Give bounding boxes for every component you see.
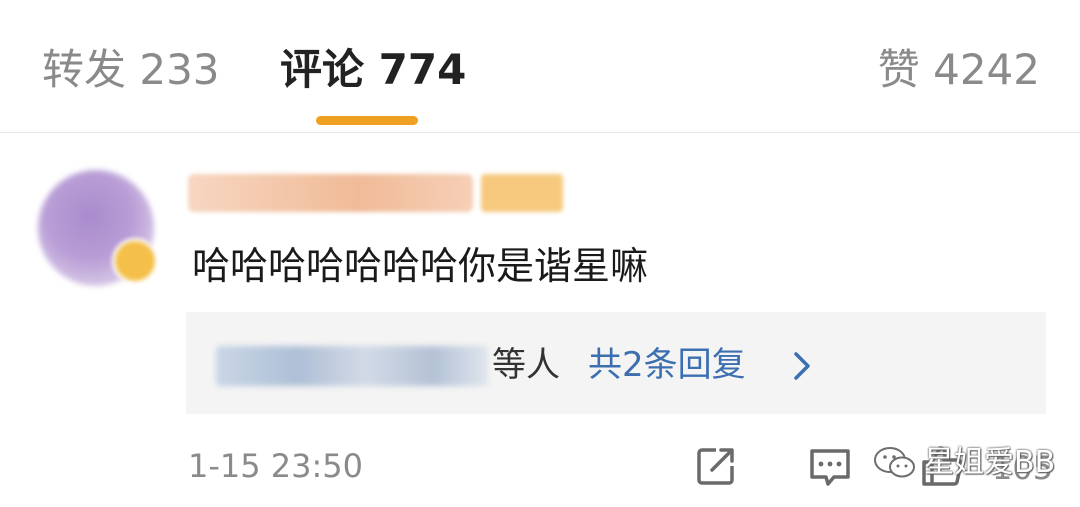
watermark: 星姐爱BB [872, 440, 1055, 486]
username-blurred [188, 174, 473, 212]
tab-like[interactable]: 赞 4242 [878, 42, 1040, 98]
comment-timestamp: 1-15 23:50 [188, 447, 364, 485]
tab-comment[interactable]: 评论 774 [280, 42, 466, 98]
comment-text: 哈哈哈哈哈哈哈你是谐星嘛 [192, 244, 649, 288]
tab-repost[interactable]: 转发 233 [42, 42, 220, 98]
share-icon[interactable] [692, 442, 740, 490]
reply-summary[interactable]: 等人 共2条回复 [186, 312, 1046, 414]
reply-authors-blurred [216, 346, 488, 386]
chevron-right-icon [794, 352, 810, 380]
comment-icon[interactable] [806, 442, 854, 490]
active-tab-indicator [316, 116, 418, 125]
username[interactable] [188, 168, 563, 218]
reply-authors-suffix: 等人 [492, 345, 560, 385]
view-replies-link[interactable]: 共2条回复 [588, 338, 746, 392]
wechat-icon [874, 447, 915, 478]
user-level-tag [481, 174, 563, 212]
verified-badge [112, 238, 158, 284]
watermark-text: 星姐爱BB [924, 445, 1056, 480]
tab-bar: 转发 233 评论 774 赞 4242 [0, 0, 1080, 133]
